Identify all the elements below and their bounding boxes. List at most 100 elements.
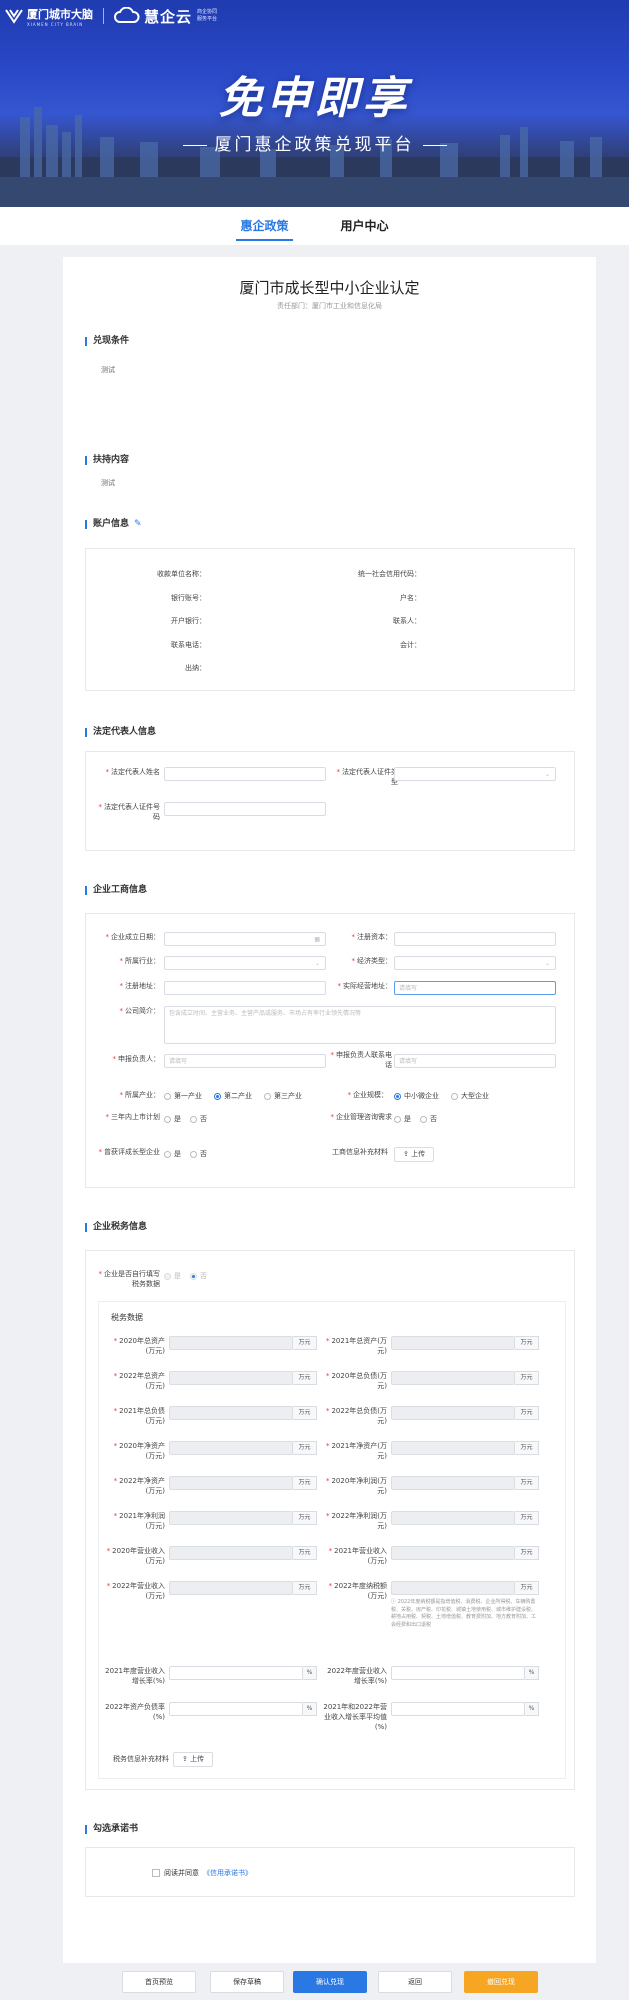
legal-name-input[interactable] [164, 767, 326, 781]
support-text: 测试 [101, 479, 115, 487]
op-addr-input[interactable]: 请填写 [394, 981, 556, 995]
scale-label: * 企业规模： [347, 1091, 389, 1099]
legal-id-type-select[interactable]: ⌄ [394, 767, 556, 781]
tax-field-label: * 2021年总负债(万元) [113, 1407, 165, 1425]
huiqiyun-logo[interactable]: 慧企云 商企协同 服务平台 [114, 6, 217, 27]
industry-select[interactable]: ⌄ [164, 956, 326, 970]
reg-addr-input[interactable] [164, 981, 326, 995]
contact-phone-input[interactable]: 请填写 [394, 1054, 556, 1068]
payee-name-label: 收款单位名称： [157, 570, 206, 578]
tab-user-center[interactable]: 用户中心 [341, 207, 389, 245]
biz-upload-button[interactable]: ⇪ 上传 [394, 1147, 435, 1162]
radio-awarded-no[interactable]: 否 [190, 1149, 207, 1159]
tax-field-label: * 2022年度纳税额(万元) [328, 1582, 387, 1600]
tax-field-input[interactable] [391, 1406, 515, 1420]
unit-suffix: 万元 [293, 1371, 317, 1385]
city-brain-logo-icon [5, 9, 23, 24]
save-draft-button[interactable]: 保存草稿 [210, 1971, 284, 1993]
pledge-box: 阅读并同意 《信用承诺书》 [85, 1847, 575, 1897]
radio-sector-3[interactable]: 第三产业 [264, 1091, 302, 1101]
rate-field-input[interactable] [169, 1702, 303, 1716]
tax-field-input[interactable] [169, 1581, 293, 1595]
pledge-link[interactable]: 《信用承诺书》 [203, 1868, 252, 1878]
econ-type-select[interactable]: ⌄ [394, 956, 556, 970]
chevron-down-icon: ⌄ [544, 960, 550, 967]
city-brain-logo[interactable]: 厦门城市大脑 XIAMEN CITY BRAIN [4, 6, 93, 27]
tax-field-label: * 2020年总资产(万元) [113, 1337, 165, 1355]
unit-suffix: 万元 [293, 1546, 317, 1560]
tax-field-input[interactable] [391, 1581, 515, 1595]
legal-id-no-input[interactable] [164, 802, 326, 816]
tax-field-label: * 2022年营业收入(万元) [106, 1582, 165, 1600]
withdraw-button[interactable]: 撤回兑现 [464, 1971, 538, 1993]
pledge-checkbox[interactable]: 阅读并同意 《信用承诺书》 [152, 1868, 252, 1878]
contact-label: * 申报负责人： [112, 1055, 161, 1063]
section-tax: 企业税务信息 [85, 1223, 147, 1232]
tax-field-label: * 2021年营业收入(万元) [328, 1547, 387, 1565]
rate-field-input[interactable] [169, 1666, 303, 1680]
business-box: * 企业成立日期： ▦ * 注册资本： * 所属行业： ⌄ * 经济类型： ⌄ * 注册地… [85, 913, 575, 1188]
accountant-label: 会计： [400, 641, 421, 649]
tax-field-input[interactable] [169, 1441, 293, 1455]
tax-field-label: * 2022年净资产(万元) [113, 1477, 165, 1495]
tax-field-input[interactable] [391, 1336, 515, 1350]
legal-name-label: * 法定代表人姓名 [105, 768, 161, 776]
confirm-button[interactable]: 确认兑现 [293, 1971, 367, 1993]
edit-icon[interactable]: ✎ [134, 519, 142, 529]
rate-field-input[interactable] [391, 1702, 525, 1716]
tax-field-input[interactable] [391, 1371, 515, 1385]
tax-field-input[interactable] [391, 1546, 515, 1560]
back-button[interactable]: 返回 [378, 1971, 452, 1993]
contact-label: 联系人： [393, 617, 421, 625]
unit-suffix: 万元 [293, 1476, 317, 1490]
found-date-label: * 企业成立日期： [105, 933, 161, 941]
tax-field-input[interactable] [169, 1476, 293, 1490]
tax-note: ⓘ 2022年度纳税额是指增值税、消费税、企业所得税、车辆购置税、关税、房产税、… [391, 1599, 537, 1628]
rate-field-input[interactable] [391, 1666, 525, 1680]
tax-field-label: * 2020年净资产(万元) [113, 1442, 165, 1460]
chevron-down-icon: ⌄ [314, 960, 320, 967]
reg-capital-label: * 注册资本： [351, 933, 393, 941]
tax-field-input[interactable] [169, 1546, 293, 1560]
legal-box: * 法定代表人姓名 * 法定代表人证件类型 ⌄ * 法定代表人证件号码 [85, 751, 575, 851]
reg-addr-label: * 注册地址： [119, 982, 161, 990]
tax-field-input[interactable] [169, 1511, 293, 1525]
tax-field-input[interactable] [391, 1476, 515, 1490]
section-account: 账户信息 ✎ [85, 520, 142, 529]
tax-field-input[interactable] [169, 1371, 293, 1385]
logo2-title: 慧企云 [144, 7, 193, 26]
radio-scale-large[interactable]: 大型企业 [451, 1091, 489, 1101]
upload-icon: ⇪ [403, 1150, 409, 1158]
radio-mgmt-no[interactable]: 否 [420, 1114, 437, 1124]
radio-selffill-yes[interactable]: 是 [164, 1271, 181, 1281]
radio-selffill-no[interactable]: 否 [190, 1271, 207, 1281]
reg-capital-input[interactable] [394, 932, 556, 946]
awarded-label: * 曾获评成长型企业 [98, 1148, 161, 1156]
tax-box: * 企业是否自行填写税务数据 是 否 税务数据 * 2020年总资产(万元) 万元 … [85, 1250, 575, 1790]
tax-field-input[interactable] [169, 1406, 293, 1420]
intro-textarea[interactable]: 包含成立时间、主营业务、主营产品或服务、市场占有率行业领先情况等 [164, 1006, 556, 1044]
tax-field-input[interactable] [391, 1511, 515, 1525]
preview-button[interactable]: 首页预览 [122, 1971, 196, 1993]
contact-input[interactable]: 请填写 [164, 1054, 326, 1068]
unit-suffix: 万元 [515, 1511, 539, 1525]
tax-field-label: * 2020年总负债(万元) [325, 1372, 387, 1390]
radio-ipo-no[interactable]: 否 [190, 1114, 207, 1124]
unit-suffix: % [525, 1666, 539, 1680]
unit-suffix: % [303, 1666, 317, 1680]
radio-sector-2[interactable]: 第二产业 [214, 1091, 252, 1101]
unit-suffix: 万元 [293, 1336, 317, 1350]
radio-sector-1[interactable]: 第一产业 [164, 1091, 202, 1101]
radio-mgmt-yes[interactable]: 是 [394, 1114, 411, 1124]
radio-scale-sme[interactable]: 中小微企业 [394, 1091, 439, 1101]
radio-awarded-yes[interactable]: 是 [164, 1149, 181, 1159]
tab-policies[interactable]: 惠企政策 [236, 207, 293, 245]
section-support: 扶持内容 [85, 456, 129, 465]
tax-field-input[interactable] [169, 1336, 293, 1350]
radio-ipo-yes[interactable]: 是 [164, 1114, 181, 1124]
slogan: 免申即享 [218, 73, 411, 124]
tax-upload-button[interactable]: ⇪ 上传 [173, 1752, 214, 1767]
found-date-picker[interactable]: ▦ [164, 932, 326, 946]
tax-field-input[interactable] [391, 1441, 515, 1455]
page-title: 厦门市成长型中小企业认定 [239, 279, 420, 297]
